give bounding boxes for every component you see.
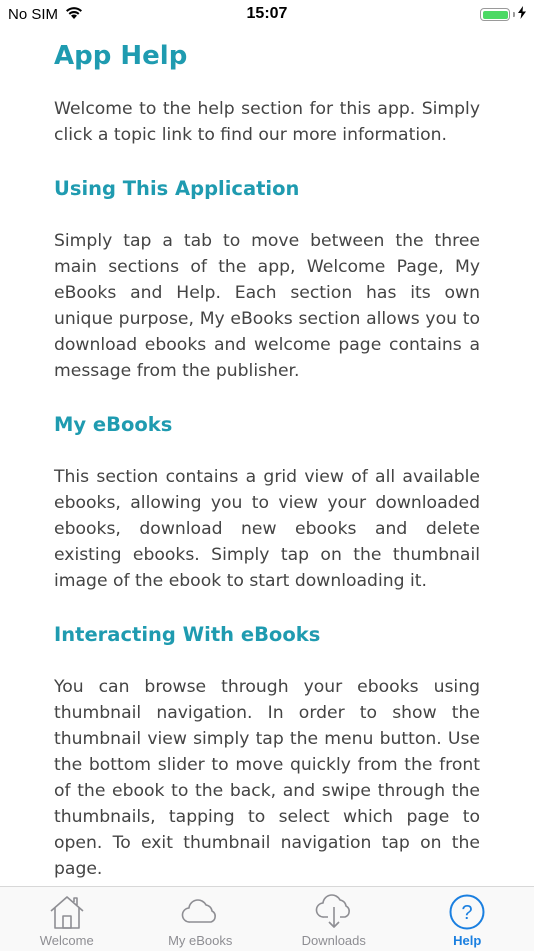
intro-text: Welcome to the help section for this app… bbox=[54, 96, 480, 148]
cloud-icon bbox=[180, 893, 220, 931]
tab-help[interactable]: ? Help bbox=[401, 887, 534, 951]
svg-text:?: ? bbox=[462, 902, 473, 924]
cloud-download-icon bbox=[314, 893, 354, 931]
section-body-interacting: You can browse through your ebooks using… bbox=[54, 674, 480, 882]
tab-label-downloads: Downloads bbox=[302, 933, 366, 948]
status-bar: No SIM 15:07 bbox=[0, 0, 534, 28]
help-content: App Help Welcome to the help section for… bbox=[54, 36, 480, 882]
section-title-using-app[interactable]: Using This Application bbox=[54, 175, 480, 203]
page-title: App Help bbox=[54, 36, 480, 76]
section-body-using-app: Simply tap a tab to move between the thr… bbox=[54, 228, 480, 384]
section-body-my-ebooks: This section contains a grid view of all… bbox=[54, 464, 480, 594]
help-circle-icon: ? bbox=[447, 893, 487, 931]
battery-tip bbox=[513, 12, 515, 17]
tab-label-help: Help bbox=[453, 933, 481, 948]
tab-bar: Welcome My eBooks Downloads ? Help bbox=[0, 886, 534, 951]
tab-my-ebooks[interactable]: My eBooks bbox=[134, 887, 268, 951]
status-right bbox=[480, 6, 526, 23]
status-time: 15:07 bbox=[0, 5, 534, 23]
tab-downloads[interactable]: Downloads bbox=[267, 887, 401, 951]
tab-label-my-ebooks: My eBooks bbox=[168, 933, 232, 948]
battery-icon bbox=[480, 8, 510, 21]
charging-icon bbox=[518, 6, 526, 23]
house-icon bbox=[47, 893, 87, 931]
section-title-interacting[interactable]: Interacting With eBooks bbox=[54, 621, 480, 649]
battery-fill bbox=[483, 11, 508, 19]
section-title-my-ebooks[interactable]: My eBooks bbox=[54, 411, 480, 439]
tab-label-welcome: Welcome bbox=[40, 933, 94, 948]
tab-welcome[interactable]: Welcome bbox=[0, 887, 134, 951]
